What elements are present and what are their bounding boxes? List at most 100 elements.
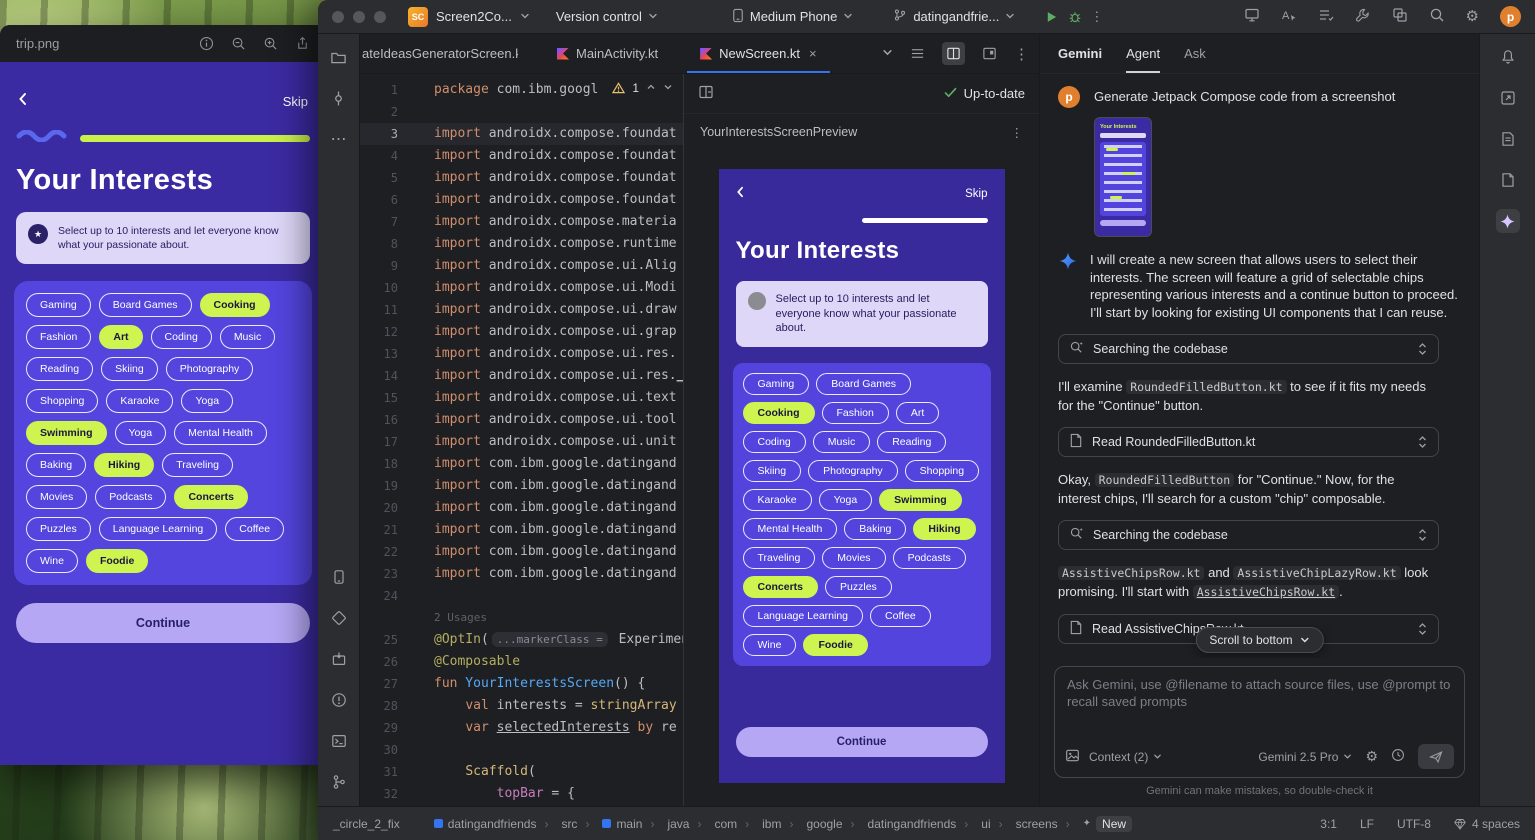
preview-name: YourInterestsScreenPreview: [700, 125, 857, 139]
minimize-button[interactable]: [353, 11, 365, 23]
debug-button[interactable]: [1068, 10, 1082, 24]
breadcrumb-item[interactable]: ✦ ui: [956, 817, 990, 831]
interest-chip: Shopping: [905, 460, 979, 482]
project-folder-icon[interactable]: [327, 45, 351, 69]
device-selector[interactable]: Medium Phone: [732, 8, 853, 26]
device-manager-icon[interactable]: [1496, 86, 1520, 110]
next-issue-chevron-icon[interactable]: [663, 81, 673, 95]
tab-idea-generator-screen[interactable]: ateIdeasGeneratorScreen.kt: [360, 34, 518, 73]
ai-actions-icon[interactable]: A: [1281, 7, 1297, 26]
project-selector[interactable]: SC Screen2Co...: [408, 7, 530, 27]
breadcrumb-item[interactable]: ✦ java: [642, 817, 689, 831]
file-reference-link[interactable]: AssistiveChipsRow.kt: [1193, 585, 1339, 599]
send-button[interactable]: [1418, 744, 1454, 769]
line-number: 22: [360, 541, 398, 563]
tab-new-screen[interactable]: NewScreen.kt ×: [687, 34, 830, 73]
vcs-widget[interactable]: Version control: [556, 9, 658, 24]
breadcrumb-item[interactable]: ✦ ibm: [737, 817, 781, 831]
file-reference[interactable]: AssistiveChipLazyRow.kt: [1233, 566, 1400, 580]
file-reference[interactable]: RoundedFilledButton.kt: [1126, 380, 1286, 394]
status-left-item[interactable]: _circle_2_fix: [333, 817, 400, 831]
gemini-settings-gear-icon[interactable]: ⚙: [1365, 748, 1378, 765]
notifications-bell-icon[interactable]: [1496, 45, 1520, 69]
breadcrumb-item[interactable]: ✦ datingandfriends: [434, 817, 537, 831]
problems-icon[interactable]: [327, 688, 351, 712]
more-tool-windows-icon[interactable]: ⋯: [327, 127, 351, 151]
task-list-icon[interactable]: [1318, 7, 1334, 26]
gemini-prompt-input[interactable]: [1067, 676, 1452, 724]
tool-call-search-codebase[interactable]: Searching the codebase: [1058, 334, 1439, 364]
tab-ask[interactable]: Ask: [1184, 34, 1206, 73]
more-actions-kebab-icon[interactable]: ⋮: [1090, 9, 1103, 25]
context-selector[interactable]: Context (2): [1089, 750, 1162, 764]
resource-manager-icon[interactable]: [327, 606, 351, 630]
code-text: import androidx.compose.materia: [398, 211, 677, 233]
hidden-tabs-chevron-icon[interactable]: [882, 45, 893, 63]
breadcrumb-item[interactable]: ✦ google: [781, 817, 842, 831]
close-button[interactable]: [332, 11, 344, 23]
zoom-out-icon[interactable]: [231, 36, 246, 51]
tool-call-read-file[interactable]: Read RoundedFilledButton.kt: [1058, 427, 1439, 457]
close-tab-icon[interactable]: ×: [809, 46, 817, 61]
split-editor-icon[interactable]: [698, 84, 714, 103]
user-avatar[interactable]: p: [1500, 6, 1521, 27]
attached-screenshot-thumbnail[interactable]: Your Interests: [1094, 117, 1152, 237]
share-icon[interactable]: [295, 36, 310, 51]
indent-indicator[interactable]: 4 spaces: [1454, 817, 1520, 831]
run-button[interactable]: [1045, 10, 1058, 24]
tab-main-activity[interactable]: MainActivity.kt: [544, 34, 671, 73]
design-view-icon[interactable]: [978, 42, 1001, 65]
split-view-icon[interactable]: [942, 42, 965, 65]
commit-icon[interactable]: [327, 86, 351, 110]
breadcrumb-item[interactable]: ✦ screens: [991, 817, 1058, 831]
symbol-reference[interactable]: RoundedFilledButton: [1095, 473, 1235, 487]
inspections-widget[interactable]: 1: [606, 81, 673, 95]
running-devices-icon[interactable]: [327, 565, 351, 589]
tab-agent[interactable]: Agent: [1126, 34, 1160, 73]
gemini-input-box[interactable]: Context (2) Gemini 2.5 Pro ⚙: [1054, 666, 1465, 778]
build-icon[interactable]: [327, 647, 351, 671]
code-view-icon[interactable]: [906, 42, 929, 65]
terminal-icon[interactable]: [327, 729, 351, 753]
settings-gear-icon[interactable]: ⚙: [1466, 9, 1479, 24]
expand-icon[interactable]: [1417, 342, 1428, 356]
expand-icon[interactable]: [1417, 528, 1428, 542]
device-explorer-icon[interactable]: [1496, 168, 1520, 192]
history-clock-icon[interactable]: [1391, 748, 1405, 765]
attach-image-icon[interactable]: [1065, 748, 1080, 766]
zoom-button[interactable]: [374, 11, 386, 23]
line-ending-indicator[interactable]: LF: [1360, 817, 1374, 831]
git-log-icon[interactable]: [327, 770, 351, 794]
preview-kebab-icon[interactable]: ⋮: [1011, 125, 1024, 140]
model-selector[interactable]: Gemini 2.5 Pro: [1258, 750, 1352, 764]
code-editor[interactable]: 1 package com.ibm.googl 2 3: [360, 74, 683, 806]
breadcrumb-item[interactable]: ✦ src: [536, 817, 577, 831]
layout-inspector-icon[interactable]: [1392, 7, 1408, 26]
device-mirror-icon[interactable]: [1244, 7, 1260, 26]
tool-call-search-codebase[interactable]: Searching the codebase: [1058, 520, 1439, 550]
search-icon[interactable]: [1429, 7, 1445, 26]
compose-preview-pane: Up-to-date YourInterestsScreenPreview ⋮: [683, 74, 1039, 806]
breadcrumb-item[interactable]: ✦ com: [689, 817, 737, 831]
zoom-in-icon[interactable]: [263, 36, 278, 51]
prev-issue-chevron-icon[interactable]: [646, 81, 656, 95]
breadcrumb-item[interactable]: ✦ main: [577, 817, 642, 831]
interest-chip: Traveling: [162, 453, 233, 477]
breadcrumb-item[interactable]: ✦ New: [1058, 816, 1132, 832]
file-reference[interactable]: AssistiveChipsRow.kt: [1058, 566, 1204, 580]
build-variants-icon[interactable]: [1496, 127, 1520, 151]
gemini-chat[interactable]: p Generate Jetpack Compose code from a s…: [1040, 74, 1479, 658]
editor-kebab-icon[interactable]: ⋮: [1014, 45, 1029, 63]
breadcrumb-label: com: [714, 817, 737, 831]
info-icon[interactable]: [199, 36, 214, 51]
caret-position[interactable]: 3:1: [1320, 817, 1337, 831]
code-line: 21 import com.ibm.google.datingand: [360, 519, 683, 541]
expand-icon[interactable]: [1417, 622, 1428, 636]
build-tools-icon[interactable]: [1355, 7, 1371, 26]
scroll-to-bottom-button[interactable]: Scroll to bottom: [1195, 627, 1323, 653]
expand-icon[interactable]: [1417, 435, 1428, 449]
gemini-star-icon[interactable]: [1496, 209, 1520, 233]
breadcrumb-item[interactable]: ✦ datingandfriends: [843, 817, 957, 831]
branch-selector[interactable]: datingandfrie...: [893, 8, 1015, 25]
encoding-indicator[interactable]: UTF-8: [1397, 817, 1431, 831]
